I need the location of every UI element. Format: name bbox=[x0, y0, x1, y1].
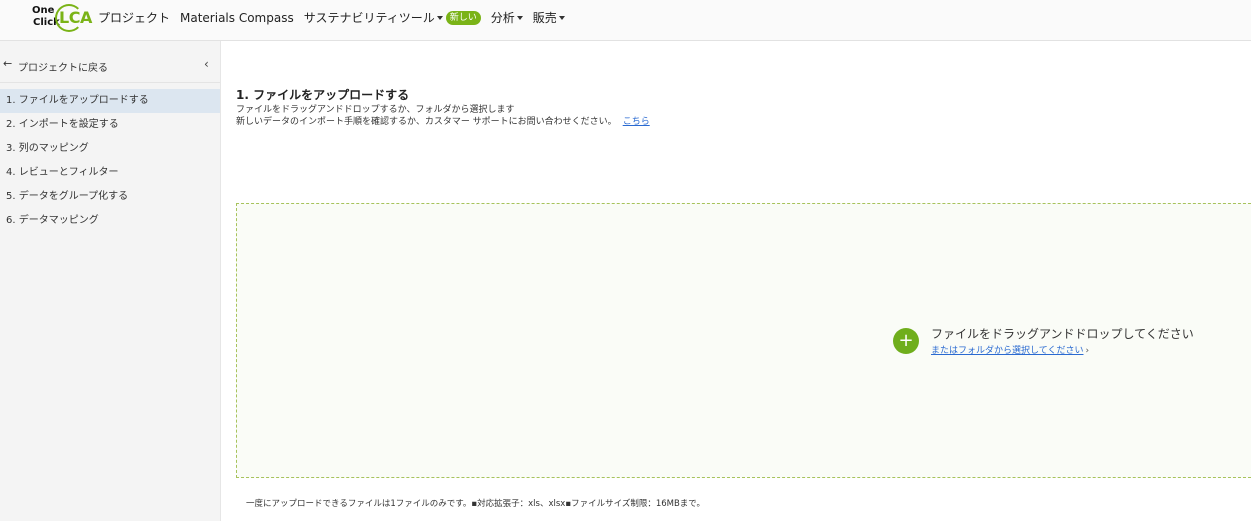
chevron-down-icon bbox=[436, 15, 443, 20]
one-click-lca-logo[interactable]: One Click LCA bbox=[30, 4, 92, 34]
select-from-folder: またはフォルダから選択してください › bbox=[931, 343, 1089, 356]
upload-limits-note: 一度にアップロードできるファイルは1ファイルのみです。▪対応拡張子：xls、xl… bbox=[246, 499, 705, 509]
plus-icon[interactable]: + bbox=[893, 328, 919, 354]
file-drop-zone[interactable]: + ファイルをドラッグアンドドロップしてください またはフォルダから選択してくだ… bbox=[236, 203, 1251, 478]
step-column-mapping[interactable]: 3. 列のマッピング bbox=[0, 137, 220, 161]
nav-sales[interactable]: 販売 bbox=[533, 9, 565, 26]
nav-projects[interactable]: プロジェクト bbox=[98, 9, 170, 26]
select-from-folder-link[interactable]: またはフォルダから選択してください bbox=[931, 346, 1083, 356]
nav-projects-label: プロジェクト bbox=[98, 11, 171, 25]
support-text: 新しいデータのインポート手順を確認するか、カスタマー サポートにお問い合わせくだ… bbox=[236, 114, 650, 127]
chevron-right-icon: › bbox=[1085, 346, 1090, 356]
nav-analysis-label: 分析 bbox=[490, 11, 515, 25]
chevron-down-icon bbox=[516, 15, 523, 20]
page-title: 1. ファイルをアップロードする bbox=[236, 88, 410, 102]
top-navigation-bar: One Click LCA プロジェクト Materials Compass サ… bbox=[0, 0, 1251, 41]
support-text-label: 新しいデータのインポート手順を確認するか、カスタマー サポートにお問い合わせくだ… bbox=[236, 117, 617, 127]
step-upload-file[interactable]: 1. ファイルをアップロードする bbox=[0, 89, 220, 113]
chevron-down-icon bbox=[558, 15, 565, 20]
drop-zone-title: ファイルをドラッグアンドドロップしてください bbox=[931, 327, 1194, 341]
step-review-filter[interactable]: 4. レビューとフィルター bbox=[0, 161, 220, 185]
sidebar-divider bbox=[0, 82, 220, 83]
collapse-sidebar-icon[interactable]: ‹ bbox=[204, 57, 209, 71]
new-badge: 新しい bbox=[445, 10, 481, 25]
arrow-left-icon: ← bbox=[3, 57, 13, 70]
back-to-project-label: プロジェクトに戻る bbox=[18, 63, 108, 74]
nav-analysis[interactable]: 分析 bbox=[491, 9, 523, 26]
step-configure-import[interactable]: 2. インポートを設定する bbox=[0, 113, 220, 137]
step-data-mapping[interactable]: 6. データマッピング bbox=[0, 209, 220, 233]
logo-text-lca: LCA bbox=[59, 8, 92, 27]
step-list: 1. ファイルをアップロードする 2. インポートを設定する 3. 列のマッピン… bbox=[0, 89, 220, 233]
nav-materials-compass-label: Materials Compass bbox=[180, 10, 294, 25]
nav-sustainability-tools-label: サステナビリティツール bbox=[303, 11, 435, 25]
logo-text-one: One bbox=[32, 5, 55, 16]
nav-sales-label: 販売 bbox=[532, 11, 557, 25]
step-group-data[interactable]: 5. データをグループ化する bbox=[0, 185, 220, 209]
nav-materials-compass[interactable]: Materials Compass bbox=[180, 11, 294, 25]
back-to-project-link[interactable]: ← プロジェクトに戻る ‹ bbox=[0, 57, 220, 75]
nav-sustainability-tools[interactable]: サステナビリティツール 新しい bbox=[304, 9, 481, 26]
main-menu: プロジェクト Materials Compass サステナビリティツール 新しい… bbox=[98, 9, 575, 26]
steps-sidebar: ← プロジェクトに戻る ‹ 1. ファイルをアップロードする 2. インポートを… bbox=[0, 41, 221, 521]
support-link[interactable]: こちら bbox=[623, 117, 650, 127]
